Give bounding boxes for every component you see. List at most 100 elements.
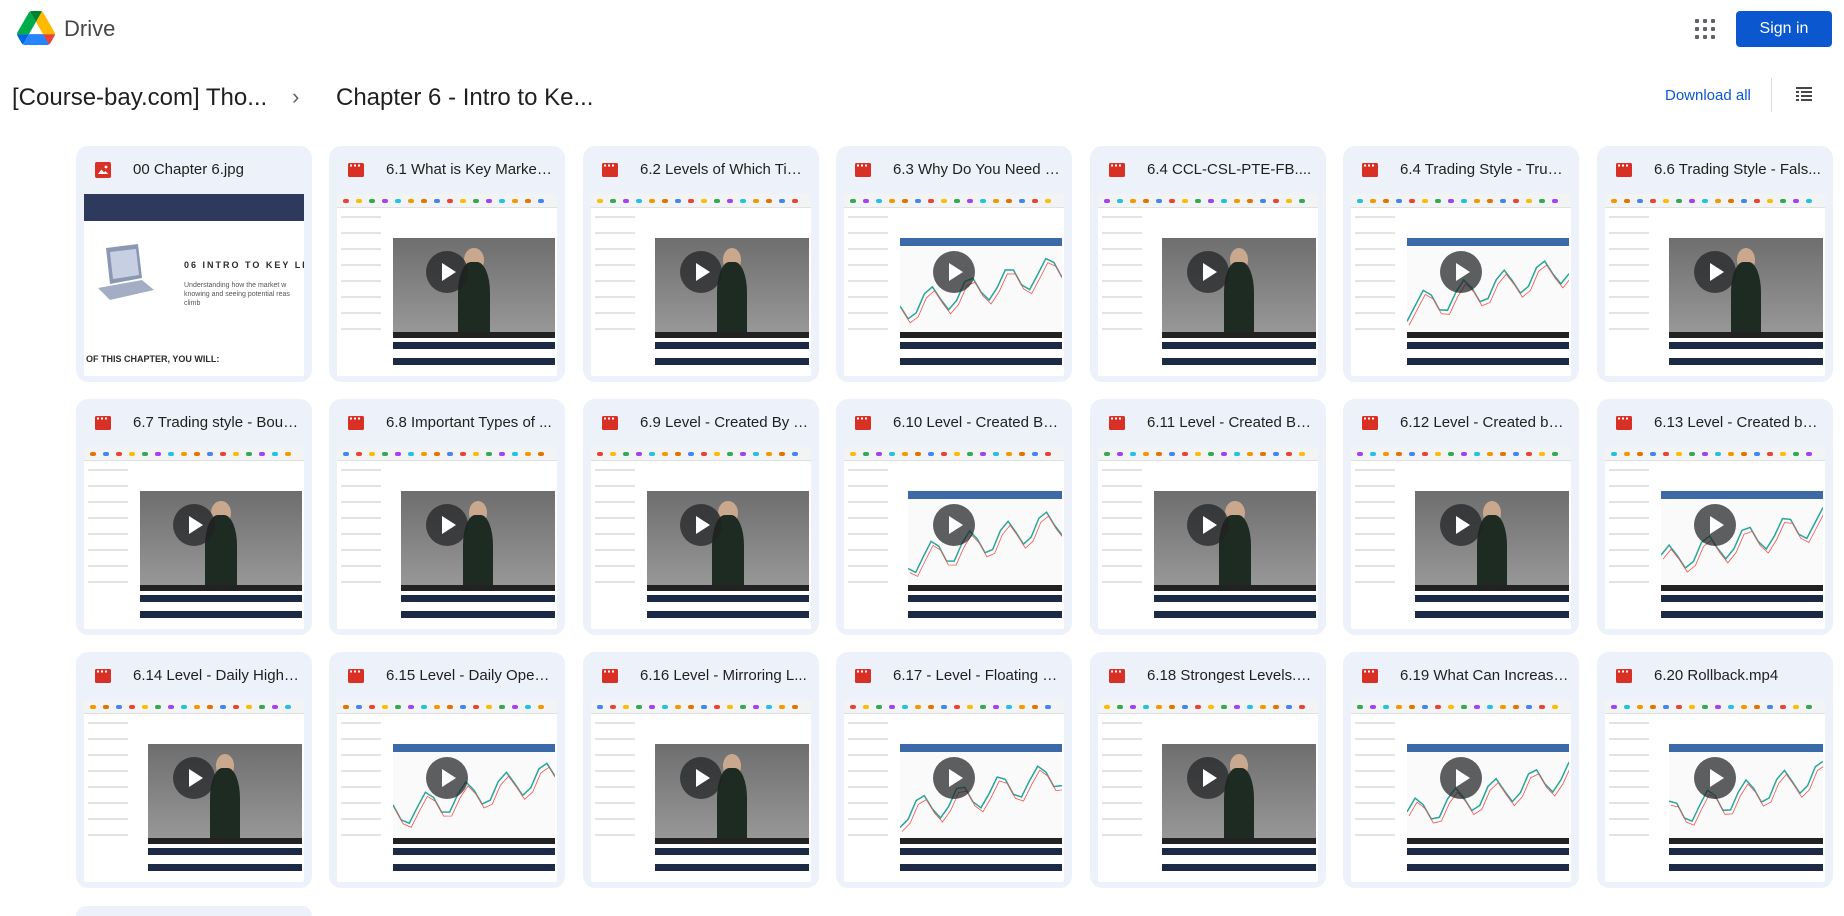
file-card[interactable]: 6.17 - Level - Floating L...: [836, 652, 1072, 888]
video-thumbnail: [844, 700, 1064, 882]
file-name[interactable]: 6.3 Why Do You Need a ...: [893, 161, 1063, 178]
file-card[interactable]: 6.13 Level - Created by ...: [1597, 399, 1833, 635]
play-icon[interactable]: [933, 251, 975, 293]
file-card[interactable]: 6.4 Trading Style - True ...: [1343, 146, 1579, 382]
file-name[interactable]: 6.11 Level - Created By ...: [1147, 414, 1317, 431]
play-icon[interactable]: [1694, 504, 1736, 546]
file-card-header: 6.13 Level - Created by ...: [1597, 399, 1833, 447]
file-card[interactable]: 6.1 What is Key Market ...: [329, 146, 565, 382]
download-all-button[interactable]: Download all: [1665, 87, 1751, 104]
video-file-icon: [348, 163, 364, 177]
play-icon[interactable]: [426, 251, 468, 293]
file-name[interactable]: 6.14 Level - Daily Highs ...: [133, 667, 303, 684]
file-name[interactable]: 6.19 What Can Increase ...: [1400, 667, 1570, 684]
file-name[interactable]: 6.8 Important Types of ...: [386, 414, 556, 431]
video-file-icon: [1362, 669, 1378, 683]
video-thumbnail: [337, 194, 557, 376]
file-name[interactable]: 6.2 Levels of Which Tim...: [640, 161, 810, 178]
play-icon[interactable]: [426, 757, 468, 799]
file-name[interactable]: 6.12 Level - Created by ...: [1400, 414, 1570, 431]
file-name[interactable]: 00 Chapter 6.jpg: [133, 161, 303, 178]
file-card[interactable]: 6.4 CCL-CSL-PTE-FB....: [1090, 146, 1326, 382]
file-name[interactable]: 6.17 - Level - Floating L...: [893, 667, 1063, 684]
file-name[interactable]: 6.20 Rollback.mp4: [1654, 667, 1824, 684]
file-name[interactable]: 6.6 Trading Style - Fals...: [1654, 161, 1824, 178]
file-card[interactable]: 6.14 Level - Daily Highs ...: [76, 652, 312, 888]
video-thumbnail: [844, 447, 1064, 629]
file-card[interactable]: 6.16 Level - Mirroring L...: [583, 652, 819, 888]
file-card[interactable]: 6.7 Trading style - Boun...: [76, 399, 312, 635]
file-card[interactable]: 6.10 Level - Created By ...: [836, 399, 1072, 635]
file-card-header: 6.7 Trading style - Boun...: [76, 399, 312, 447]
sign-in-button[interactable]: Sign in: [1736, 11, 1832, 47]
play-icon[interactable]: [1440, 251, 1482, 293]
play-icon[interactable]: [680, 251, 722, 293]
file-name[interactable]: 6.9 Level - Created By T...: [640, 414, 810, 431]
apps-grid-icon[interactable]: [1693, 17, 1717, 41]
video-file-icon: [95, 416, 111, 430]
video-file-icon: [1616, 669, 1632, 683]
play-icon[interactable]: [426, 504, 468, 546]
video-file-icon: [348, 416, 364, 430]
play-icon[interactable]: [173, 757, 215, 799]
file-name[interactable]: 6.1 What is Key Market ...: [386, 161, 556, 178]
play-icon[interactable]: [933, 504, 975, 546]
file-card[interactable]: 6.12 Level - Created by ...: [1343, 399, 1579, 635]
play-icon[interactable]: [1440, 757, 1482, 799]
app-title[interactable]: Drive: [64, 16, 115, 42]
file-card[interactable]: 6.18 Strongest Levels.m...: [1090, 652, 1326, 888]
video-thumbnail: [1351, 194, 1571, 376]
file-card[interactable]: 6.6 Trading Style - Fals...: [1597, 146, 1833, 382]
file-card-partial[interactable]: [76, 906, 312, 916]
breadcrumb-current-folder: Chapter 6 - Intro to Ke...: [336, 84, 594, 111]
video-file-icon: [602, 163, 618, 177]
file-card-header: 6.18 Strongest Levels.m...: [1090, 652, 1326, 700]
file-card-header: 6.16 Level - Mirroring L...: [583, 652, 819, 700]
file-card[interactable]: 6.9 Level - Created By T...: [583, 399, 819, 635]
video-file-icon: [855, 416, 871, 430]
list-view-icon[interactable]: [1796, 87, 1812, 101]
toolbar-divider: [1771, 78, 1772, 112]
play-icon[interactable]: [680, 757, 722, 799]
video-thumbnail: [844, 194, 1064, 376]
video-thumbnail: [1605, 194, 1825, 376]
file-card[interactable]: 6.8 Important Types of ...: [329, 399, 565, 635]
file-name[interactable]: 6.7 Trading style - Boun...: [133, 414, 303, 431]
file-card[interactable]: 6.2 Levels of Which Tim...: [583, 146, 819, 382]
file-card[interactable]: 00 Chapter 6.jpg 06 INTRO TO KEY LE Unders…: [76, 146, 312, 382]
file-name[interactable]: 6.4 Trading Style - True ...: [1400, 161, 1570, 178]
file-name[interactable]: 6.16 Level - Mirroring L...: [640, 667, 810, 684]
video-file-icon: [1109, 416, 1125, 430]
play-icon[interactable]: [1187, 757, 1229, 799]
play-icon[interactable]: [1694, 757, 1736, 799]
video-thumbnail: [1351, 447, 1571, 629]
video-thumbnail: [1098, 194, 1318, 376]
file-card[interactable]: 6.11 Level - Created By ...: [1090, 399, 1326, 635]
image-banner: [84, 194, 304, 221]
file-name[interactable]: 6.15 Level - Daily Open ...: [386, 667, 556, 684]
video-thumbnail: [84, 447, 304, 629]
top-bar: Drive Sign in: [0, 0, 1844, 60]
file-name[interactable]: 6.10 Level - Created By ...: [893, 414, 1063, 431]
breadcrumb-parent-folder[interactable]: [Course-bay.com] Tho...: [12, 84, 267, 112]
file-card[interactable]: 6.19 What Can Increase ...: [1343, 652, 1579, 888]
drive-logo-icon[interactable]: [17, 11, 55, 45]
file-name[interactable]: 6.4 CCL-CSL-PTE-FB....: [1147, 161, 1317, 178]
file-card[interactable]: 6.3 Why Do You Need a ...: [836, 146, 1072, 382]
play-icon[interactable]: [1440, 504, 1482, 546]
file-card[interactable]: 6.20 Rollback.mp4: [1597, 652, 1833, 888]
file-card[interactable]: 6.15 Level - Daily Open ...: [329, 652, 565, 888]
breadcrumb: [Course-bay.com] Tho... › Chapter 6 - In…: [0, 74, 1844, 122]
video-thumbnail: [1351, 700, 1571, 882]
play-icon[interactable]: [1694, 251, 1736, 293]
play-icon[interactable]: [1187, 251, 1229, 293]
play-icon[interactable]: [680, 504, 722, 546]
video-thumbnail: [1098, 447, 1318, 629]
video-thumbnail: [591, 447, 811, 629]
play-icon[interactable]: [1187, 504, 1229, 546]
play-icon[interactable]: [173, 504, 215, 546]
play-icon[interactable]: [933, 757, 975, 799]
video-file-icon: [1616, 416, 1632, 430]
file-name[interactable]: 6.18 Strongest Levels.m...: [1147, 667, 1317, 684]
file-name[interactable]: 6.13 Level - Created by ...: [1654, 414, 1824, 431]
